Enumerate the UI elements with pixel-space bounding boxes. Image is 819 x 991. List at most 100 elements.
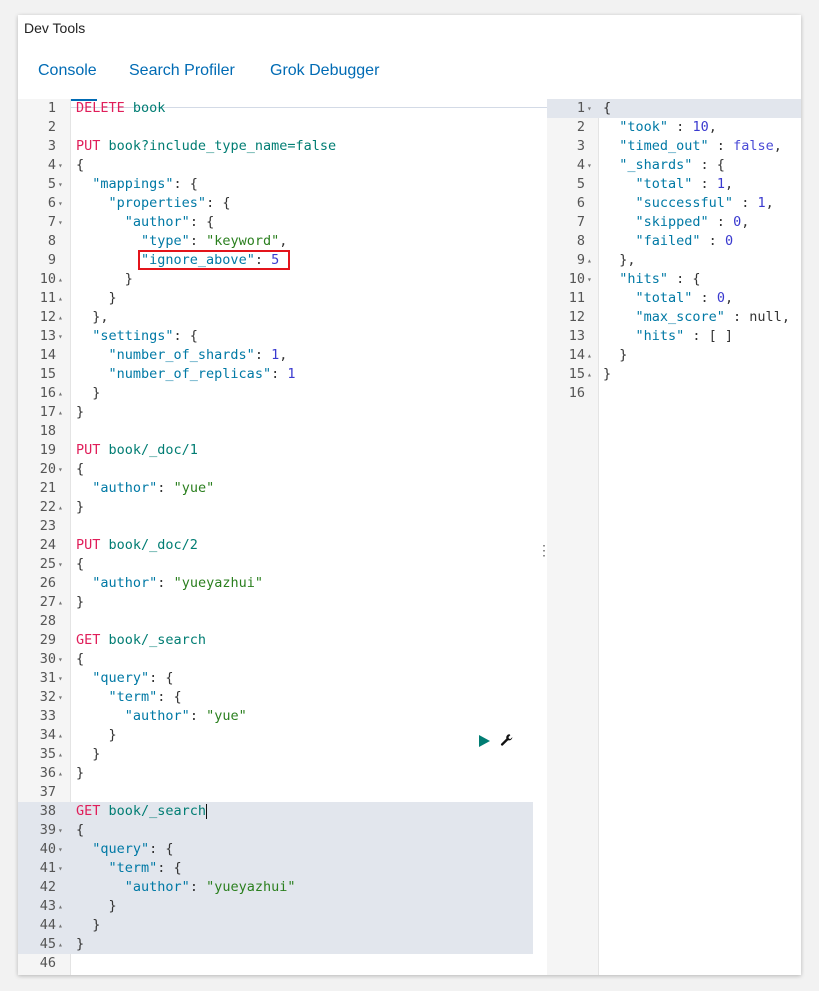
request-code-line[interactable]: 21 "author": "yue" xyxy=(18,479,533,498)
line-number: 20 xyxy=(39,461,56,477)
fold-open-icon[interactable]: ▾ xyxy=(58,460,68,479)
fold-close-icon[interactable]: ▴ xyxy=(58,764,68,783)
fold-open-icon[interactable]: ▾ xyxy=(58,840,68,859)
response-code-line[interactable]: 8 "failed" : 0 xyxy=(547,232,801,251)
request-code-line[interactable]: 23 xyxy=(18,517,533,536)
request-code-line[interactable]: 2 xyxy=(18,118,533,137)
fold-close-icon[interactable]: ▴ xyxy=(58,289,68,308)
request-code-line[interactable]: 41 ▾ "term": { xyxy=(18,859,533,878)
request-code-line[interactable]: 37 xyxy=(18,783,533,802)
wrench-icon[interactable] xyxy=(500,733,514,747)
request-code-line[interactable]: 27 ▴} xyxy=(18,593,533,612)
fold-close-icon[interactable]: ▴ xyxy=(58,498,68,517)
fold-close-icon[interactable]: ▴ xyxy=(587,346,597,365)
request-code-line[interactable]: 14 "number_of_shards": 1, xyxy=(18,346,533,365)
request-code-line[interactable]: 29 GET book/_search xyxy=(18,631,533,650)
fold-open-icon[interactable]: ▾ xyxy=(58,859,68,878)
fold-close-icon[interactable]: ▴ xyxy=(58,593,68,612)
request-code-line[interactable]: 46 xyxy=(18,954,533,973)
fold-close-icon[interactable]: ▴ xyxy=(58,270,68,289)
play-icon[interactable] xyxy=(477,734,491,748)
fold-open-icon[interactable]: ▾ xyxy=(58,821,68,840)
request-code-line[interactable]: 3 PUT book?include_type_name=false xyxy=(18,137,533,156)
fold-open-icon[interactable]: ▾ xyxy=(587,99,597,118)
fold-open-icon[interactable]: ▾ xyxy=(58,669,68,688)
fold-close-icon[interactable]: ▴ xyxy=(58,916,68,935)
request-code-line[interactable]: 30 ▾ { xyxy=(18,650,533,669)
fold-close-icon[interactable]: ▴ xyxy=(587,251,597,270)
response-code-line[interactable]: 4 ▾ "_shards" : { xyxy=(547,156,801,175)
request-code-line[interactable]: 22 ▴} xyxy=(18,498,533,517)
response-code-line[interactable]: 6 "successful" : 1, xyxy=(547,194,801,213)
request-code-line[interactable]: 36 ▴} xyxy=(18,764,533,783)
request-code-line[interactable]: 11 ▴ } xyxy=(18,289,533,308)
request-code-line[interactable]: 12 ▴ }, xyxy=(18,308,533,327)
response-code-line[interactable]: 11 "total" : 0, xyxy=(547,289,801,308)
fold-open-icon[interactable]: ▾ xyxy=(58,175,68,194)
request-code-line[interactable]: 33 "author": "yue" xyxy=(18,707,533,726)
fold-open-icon[interactable]: ▾ xyxy=(587,156,597,175)
request-code-line[interactable]: 4 ▾ { xyxy=(18,156,533,175)
response-code-line[interactable]: 5 "total" : 1, xyxy=(547,175,801,194)
fold-open-icon[interactable]: ▾ xyxy=(58,688,68,707)
request-code-line[interactable]: 39 ▾ { xyxy=(18,821,533,840)
request-code-line[interactable]: 16 ▴ } xyxy=(18,384,533,403)
request-code-line[interactable]: 6 ▾ "properties": { xyxy=(18,194,533,213)
request-code-line[interactable]: 25 ▾ { xyxy=(18,555,533,574)
tab-search-profiler[interactable]: Search Profiler xyxy=(129,59,235,99)
request-code-line[interactable]: 35 ▴ } xyxy=(18,745,533,764)
response-code-line[interactable]: 1 ▾ { xyxy=(547,99,801,118)
request-code-line[interactable]: 7 ▾ "author": { xyxy=(18,213,533,232)
request-code-line[interactable]: 42 "author": "yueyazhui" xyxy=(18,878,533,897)
fold-close-icon[interactable]: ▴ xyxy=(58,308,68,327)
tab-console[interactable]: Console xyxy=(38,59,97,101)
fold-close-icon[interactable]: ▴ xyxy=(58,384,68,403)
fold-close-icon[interactable]: ▴ xyxy=(58,726,68,745)
request-code-line[interactable]: 44 ▴ } xyxy=(18,916,533,935)
response-code-line[interactable]: 2 "took" : 10, xyxy=(547,118,801,137)
response-code-line[interactable]: 16 xyxy=(547,384,801,403)
fold-close-icon[interactable]: ▴ xyxy=(58,897,68,916)
response-code-line[interactable]: 9 ▴ }, xyxy=(547,251,801,270)
request-code-line[interactable]: 1 DELETE book xyxy=(18,99,533,118)
request-code-line[interactable]: 15 "number_of_replicas": 1 xyxy=(18,365,533,384)
fold-open-icon[interactable]: ▾ xyxy=(587,270,597,289)
fold-open-icon[interactable]: ▾ xyxy=(58,327,68,346)
fold-open-icon[interactable]: ▾ xyxy=(58,213,68,232)
fold-open-icon[interactable]: ▾ xyxy=(58,555,68,574)
request-code-line[interactable]: 5 ▾ "mappings": { xyxy=(18,175,533,194)
request-code-line[interactable]: 19 PUT book/_doc/1 xyxy=(18,441,533,460)
request-code-line[interactable]: 38 GET book/_search xyxy=(18,802,533,821)
request-editor[interactable]: 1 DELETE book 2 3 PUT book?include_type_name… xyxy=(18,99,533,975)
request-code-line[interactable]: 24 PUT book/_doc/2 xyxy=(18,536,533,555)
fold-open-icon[interactable]: ▾ xyxy=(58,650,68,669)
response-code-line[interactable]: 7 "skipped" : 0, xyxy=(547,213,801,232)
request-code-line[interactable]: 26 "author": "yueyazhui" xyxy=(18,574,533,593)
tab-grok-debugger[interactable]: Grok Debugger xyxy=(270,59,379,99)
response-code-line[interactable]: 3 "timed_out" : false, xyxy=(547,137,801,156)
fold-close-icon[interactable]: ▴ xyxy=(587,365,597,384)
request-code-line[interactable]: 8 "type": "keyword", xyxy=(18,232,533,251)
request-code-line[interactable]: 45 ▴} xyxy=(18,935,533,954)
request-code-line[interactable]: 10 ▴ } xyxy=(18,270,533,289)
fold-close-icon[interactable]: ▴ xyxy=(58,745,68,764)
request-code-line[interactable]: 31 ▾ "query": { xyxy=(18,669,533,688)
request-code-line[interactable]: 34 ▴ } xyxy=(18,726,533,745)
fold-close-icon[interactable]: ▴ xyxy=(58,403,68,422)
response-code-line[interactable]: 13 "hits" : [ ] xyxy=(547,327,801,346)
response-code-line[interactable]: 10 ▾ "hits" : { xyxy=(547,270,801,289)
response-code-line[interactable]: 14 ▴ } xyxy=(547,346,801,365)
request-code-line[interactable]: 20 ▾ { xyxy=(18,460,533,479)
response-code-line[interactable]: 15 ▴} xyxy=(547,365,801,384)
request-code-line[interactable]: 43 ▴ } xyxy=(18,897,533,916)
request-code-line[interactable]: 40 ▾ "query": { xyxy=(18,840,533,859)
fold-open-icon[interactable]: ▾ xyxy=(58,194,68,213)
request-code-line[interactable]: 18 xyxy=(18,422,533,441)
response-code-line[interactable]: 12 "max_score" : null, xyxy=(547,308,801,327)
request-code-line[interactable]: 32 ▾ "term": { xyxy=(18,688,533,707)
fold-close-icon[interactable]: ▴ xyxy=(58,935,68,954)
request-code-line[interactable]: 13 ▾ "settings": { xyxy=(18,327,533,346)
request-code-line[interactable]: 28 xyxy=(18,612,533,631)
request-code-line[interactable]: 17 ▴} xyxy=(18,403,533,422)
fold-open-icon[interactable]: ▾ xyxy=(58,156,68,175)
